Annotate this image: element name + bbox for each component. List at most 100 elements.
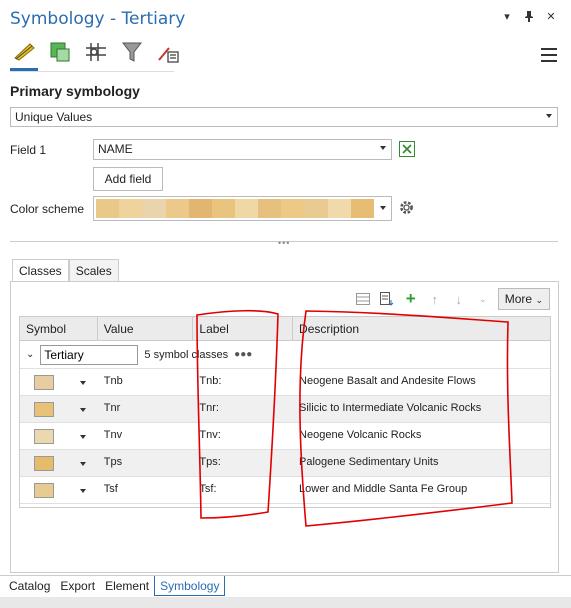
color-ramp-stop	[304, 199, 328, 218]
symbol-layer-drawing-tool[interactable]	[82, 38, 110, 66]
color-scheme-label: Color scheme	[10, 202, 85, 216]
sql-expression-icon[interactable]	[399, 141, 415, 157]
column-label[interactable]: Label	[193, 317, 294, 340]
horizontal-scrollbar[interactable]	[0, 597, 571, 608]
description-cell[interactable]: Neogene Volcanic Rocks	[293, 423, 550, 449]
more-menu-button[interactable]: More ⌄	[497, 288, 550, 310]
layer-drawing-icon	[86, 43, 106, 61]
color-ramp-stop	[235, 199, 259, 218]
value-cell: Tps	[103, 456, 123, 468]
description-cell[interactable]: Lower and Middle Santa Fe Group	[293, 477, 550, 503]
title-bar: Symbology - Tertiary ▾ ✕	[0, 0, 571, 40]
chevron-down-icon[interactable]	[80, 462, 86, 466]
chevron-down-icon[interactable]	[80, 381, 86, 385]
field1-value: NAME	[98, 142, 133, 156]
symbol-swatch[interactable]	[34, 402, 54, 417]
table-row[interactable]: Tnr Tnr: Silicic to Intermediate Volcanic …	[20, 396, 550, 423]
label-cell[interactable]: Tnr:	[193, 396, 293, 422]
splitter-grip-icon[interactable]: •••	[278, 238, 290, 248]
dock-tabs: Catalog Export Element Symbology	[0, 575, 571, 596]
chevron-down-icon[interactable]	[80, 489, 86, 493]
description-cell[interactable]: Neogene Basalt and Andesite Flows	[293, 369, 550, 395]
brush-list-icon	[158, 47, 179, 63]
pin-icon[interactable]	[523, 10, 535, 25]
color-ramp-stop	[281, 199, 305, 218]
window-controls: ▾ ✕	[501, 10, 557, 25]
label-classes-tool[interactable]	[118, 38, 146, 66]
group-heading-input[interactable]	[40, 344, 139, 365]
chevron-down-icon	[546, 114, 552, 118]
menu-dropdown-icon[interactable]: ▾	[501, 10, 513, 25]
label-cell[interactable]: Tsf:	[193, 477, 293, 503]
color-ramp-stop	[119, 199, 143, 218]
table-row[interactable]: Tps Tps: Palogene Sedimentary Units	[20, 450, 550, 477]
symbol-swatch[interactable]	[34, 375, 54, 390]
symbol-classes-grid: Symbol Value Label Description ⌄ 5 symbo…	[19, 316, 551, 508]
color-ramp-stop	[350, 199, 375, 218]
field1-select[interactable]: NAME	[93, 139, 392, 160]
description-cell[interactable]: Silicic to Intermediate Volcanic Rocks	[293, 396, 550, 422]
symbology-toolbar	[10, 38, 182, 71]
value-cell: Tsf	[103, 483, 118, 495]
move-up-icon[interactable]: ↑	[426, 290, 444, 308]
description-cell[interactable]: Palogene Sedimentary Units	[293, 450, 550, 476]
collapse-chevron-icon[interactable]: ⌄	[26, 349, 34, 360]
symbol-cell	[20, 369, 98, 395]
column-symbol[interactable]: Symbol	[20, 317, 98, 340]
symbol-swatch[interactable]	[34, 483, 54, 498]
hamburger-menu-icon[interactable]	[541, 48, 557, 62]
reorder-icon[interactable]: ⌄	[474, 290, 492, 308]
value-cell: Tnr	[103, 402, 121, 414]
tab-symbology[interactable]: Symbology	[154, 576, 226, 596]
add-class-icon[interactable]: +	[402, 289, 420, 308]
symbol-cell	[20, 396, 98, 422]
label-cell[interactable]: Tnv:	[193, 423, 293, 449]
tab-catalog[interactable]: Catalog	[4, 576, 55, 596]
color-ramp-stop	[96, 199, 120, 218]
table-row[interactable]: Tnb Tnb: Neogene Basalt and Andesite Flows	[20, 369, 550, 396]
color-ramp-stop	[165, 199, 189, 218]
renderer-select[interactable]: Unique Values	[10, 107, 558, 127]
chevron-down-icon: ⌄	[535, 295, 543, 305]
column-value[interactable]: Value	[98, 317, 194, 340]
add-all-values-icon[interactable]	[378, 290, 396, 308]
tab-element[interactable]: Element	[100, 576, 154, 596]
chevron-down-icon[interactable]	[80, 435, 86, 439]
group-options-icon[interactable]: ●●●	[234, 349, 252, 360]
symbology-options-tool[interactable]	[154, 38, 182, 66]
chevron-down-icon	[380, 206, 386, 210]
grid-header: Symbol Value Label Description	[20, 317, 550, 341]
color-ramp-preview	[96, 199, 375, 218]
tab-classes[interactable]: Classes	[12, 259, 69, 282]
close-icon[interactable]: ✕	[545, 10, 557, 25]
list-view-icon[interactable]	[354, 290, 372, 308]
tab-export[interactable]: Export	[55, 576, 100, 596]
symbol-swatch[interactable]	[34, 456, 54, 471]
move-down-icon[interactable]: ↓	[450, 290, 468, 308]
column-description[interactable]: Description	[293, 317, 550, 340]
filter-icon	[121, 42, 143, 62]
color-ramp-stop	[142, 199, 166, 218]
table-row[interactable]: Tnv Tnv: Neogene Volcanic Rocks	[20, 423, 550, 450]
vary-symbology-icon	[50, 42, 70, 62]
add-field-button[interactable]: Add field	[93, 167, 163, 191]
paintbrush-icon	[14, 43, 35, 61]
label-cell[interactable]: Tnb:	[193, 369, 293, 395]
tab-scales[interactable]: Scales	[68, 259, 119, 281]
primary-symbology-tool[interactable]	[10, 38, 38, 71]
symbol-cell	[20, 450, 98, 476]
label-cell[interactable]: Tps:	[193, 450, 293, 476]
vary-symbology-tool[interactable]	[46, 38, 74, 66]
classes-panel: + ↑ ↓ ⌄ More ⌄ Symbol Value Label Descri…	[10, 281, 559, 573]
symbology-tabs: Classes Scales	[12, 259, 119, 282]
primary-symbology-heading: Primary symbology	[10, 83, 140, 99]
grid-toolbar: + ↑ ↓ ⌄ More ⌄	[354, 288, 550, 310]
chevron-down-icon[interactable]	[80, 408, 86, 412]
color-ramp-stop	[327, 199, 351, 218]
gear-icon[interactable]	[398, 199, 415, 219]
toolbar-divider	[10, 71, 174, 72]
symbol-cell	[20, 477, 98, 503]
table-row[interactable]: Tsf Tsf: Lower and Middle Santa Fe Group	[20, 477, 550, 504]
pane-splitter[interactable]: •••	[10, 238, 558, 248]
symbol-swatch[interactable]	[34, 429, 54, 444]
